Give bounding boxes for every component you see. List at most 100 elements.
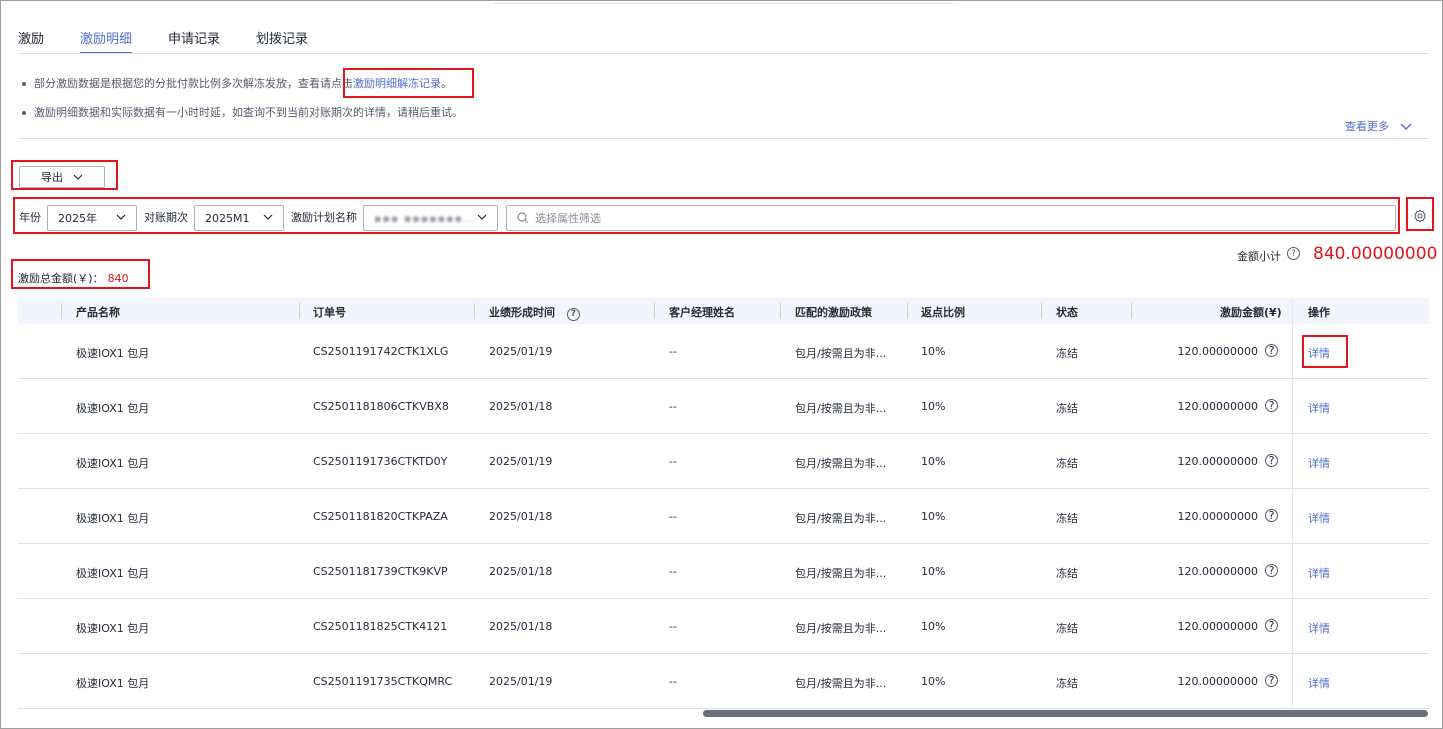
period-select[interactable]: 2025M1 [194, 205, 284, 231]
manager-name: -- [669, 620, 677, 633]
status-text: 冻结 [1056, 512, 1078, 525]
detail-link[interactable]: 详情 [1308, 620, 1330, 636]
matched-policy: 包月/按需且为非... [795, 347, 887, 360]
help-icon[interactable]: ? [1265, 509, 1278, 522]
manager-name: -- [669, 675, 677, 688]
detail-link[interactable]: 详情 [1308, 455, 1330, 471]
header-rate: 返点比例 [921, 306, 965, 319]
column-divider [654, 303, 655, 319]
search-icon [517, 212, 529, 224]
detail-link[interactable]: 详情 [1308, 400, 1330, 416]
table-row: 极速IOX1 包月 CS2501181820CTKPAZA 2025/01/18 --… [18, 489, 1429, 544]
header-action: 操作 [1308, 306, 1330, 319]
matched-policy: 包月/按需且为非... [795, 567, 887, 580]
matched-policy: 包月/按需且为非... [795, 512, 887, 525]
tabs-divider [18, 53, 1429, 54]
plan-name-label: 激励计划名称 [291, 211, 357, 224]
detail-link[interactable]: 详情 [1308, 675, 1330, 691]
performance-date: 2025/01/19 [489, 455, 553, 468]
column-divider [1041, 303, 1042, 319]
plan-name-select[interactable]: ▪▪▪ ▪▪▪▪▪▪▪... [363, 205, 498, 231]
see-more-button[interactable]: 查看更多 [1345, 118, 1413, 134]
detail-link[interactable]: 详情 [1308, 565, 1330, 581]
total-amount: 激励总金额(￥)： 840 [18, 270, 129, 286]
rebate-rate: 10% [921, 345, 946, 358]
column-divider [61, 303, 62, 319]
attribute-filter-search[interactable] [506, 205, 1396, 231]
matched-policy: 包月/按需且为非... [795, 622, 887, 635]
table-row: 极速IOX1 包月 CS2501181806CTKVBX8 2025/01/18 --… [18, 379, 1429, 434]
incentive-amount: 120.00000000 [1177, 400, 1258, 413]
performance-date: 2025/01/18 [489, 510, 553, 523]
table-row: 极速IOX1 包月 CS2501191742CTK1XLG 2025/01/19 --… [18, 324, 1429, 379]
order-number: CS2501191735CTKQMRC [313, 675, 453, 688]
column-divider [1131, 303, 1132, 319]
rebate-rate: 10% [921, 455, 946, 468]
header-product: 产品名称 [76, 306, 120, 319]
bullet-icon [22, 82, 26, 86]
header-date-label: 业绩形成时间 [489, 306, 555, 319]
help-icon[interactable]: ? [1265, 399, 1278, 412]
table-header: 产品名称 订单号 业绩形成时间 ? 客户经理姓名 匹配的激励政策 返点比例 状态… [18, 298, 1429, 324]
incentive-amount: 120.00000000 [1177, 510, 1258, 523]
chevron-down-icon [477, 214, 487, 220]
bullet-icon [22, 111, 26, 115]
highlight-box-link [343, 68, 474, 98]
tab-application-records[interactable]: 申请记录 [168, 28, 220, 54]
tab-bar: 激励 激励明细 申请记录 划拨记录 [18, 28, 344, 54]
order-number: CS2501181825CTK4121 [313, 620, 448, 633]
help-icon[interactable]: ? [1265, 619, 1278, 632]
manager-name: -- [669, 565, 677, 578]
rebate-rate: 10% [921, 510, 946, 523]
help-icon[interactable]: ? [566, 307, 580, 321]
header-status: 状态 [1056, 306, 1078, 319]
search-input[interactable] [535, 211, 1335, 225]
export-label: 导出 [41, 171, 63, 184]
table-row: 极速IOX1 包月 CS2501191736CTKTD0Y 2025/01/19 --… [18, 434, 1429, 489]
column-settings-button[interactable] [1409, 204, 1431, 228]
header-policy: 匹配的激励政策 [795, 306, 872, 319]
column-divider [907, 303, 908, 319]
table-row: 极速IOX1 包月 CS2501191735CTKQMRC 2025/01/19 --… [18, 654, 1429, 709]
table-row: 极速IOX1 包月 CS2501181825CTK4121 2025/01/18 --… [18, 599, 1429, 654]
tab-incentive-detail[interactable]: 激励明细 [80, 28, 133, 54]
help-icon[interactable]: ? [1287, 247, 1300, 260]
matched-policy: 包月/按需且为非... [795, 677, 887, 690]
incentive-amount: 120.00000000 [1177, 345, 1258, 358]
help-icon[interactable]: ? [1265, 564, 1278, 577]
detail-link[interactable]: 详情 [1308, 510, 1330, 526]
tab-transfer-records[interactable]: 划拨记录 [256, 28, 308, 54]
product-name: 极速IOX1 包月 [76, 622, 150, 635]
performance-date: 2025/01/18 [489, 620, 553, 633]
tab-incentive[interactable]: 激励 [18, 28, 44, 54]
chevron-down-icon [116, 214, 126, 220]
header-date: 业绩形成时间 ? [489, 304, 580, 321]
order-number: CS2501191742CTK1XLG [313, 345, 449, 358]
help-icon[interactable]: ? [1265, 344, 1278, 357]
help-icon[interactable]: ? [1265, 454, 1278, 467]
status-text: 冻结 [1056, 677, 1078, 690]
column-divider [299, 303, 300, 319]
status-text: 冻结 [1056, 622, 1078, 635]
year-value: 2025年 [58, 212, 97, 225]
status-text: 冻结 [1056, 567, 1078, 580]
fixed-column-shadow [1292, 298, 1293, 708]
product-name: 极速IOX1 包月 [76, 347, 150, 360]
notice-line-2: 激励明细数据和实际数据有一小时时延，如查询不到当前对账期次的详情，请稍后重试。 [22, 104, 463, 120]
top-divider [493, 0, 953, 4]
year-label: 年份 [19, 211, 41, 224]
help-icon[interactable]: ? [1265, 674, 1278, 687]
product-name: 极速IOX1 包月 [76, 567, 150, 580]
order-number: CS2501191736CTKTD0Y [313, 455, 448, 468]
year-select[interactable]: 2025年 [47, 205, 137, 231]
column-divider [780, 303, 781, 319]
performance-date: 2025/01/19 [489, 345, 553, 358]
order-number: CS2501181820CTKPAZA [313, 510, 448, 523]
incentive-amount: 120.00000000 [1177, 565, 1258, 578]
status-text: 冻结 [1056, 402, 1078, 415]
notice-1-text: 部分激励数据是根据您的分批付款比例多次解冻发放，查看请点击 [34, 77, 353, 90]
export-dropdown-button[interactable]: 导出 [19, 166, 105, 188]
order-number: CS2501181806CTKVBX8 [313, 400, 449, 413]
header-order: 订单号 [313, 306, 346, 319]
horizontal-scrollbar[interactable] [703, 710, 1428, 717]
